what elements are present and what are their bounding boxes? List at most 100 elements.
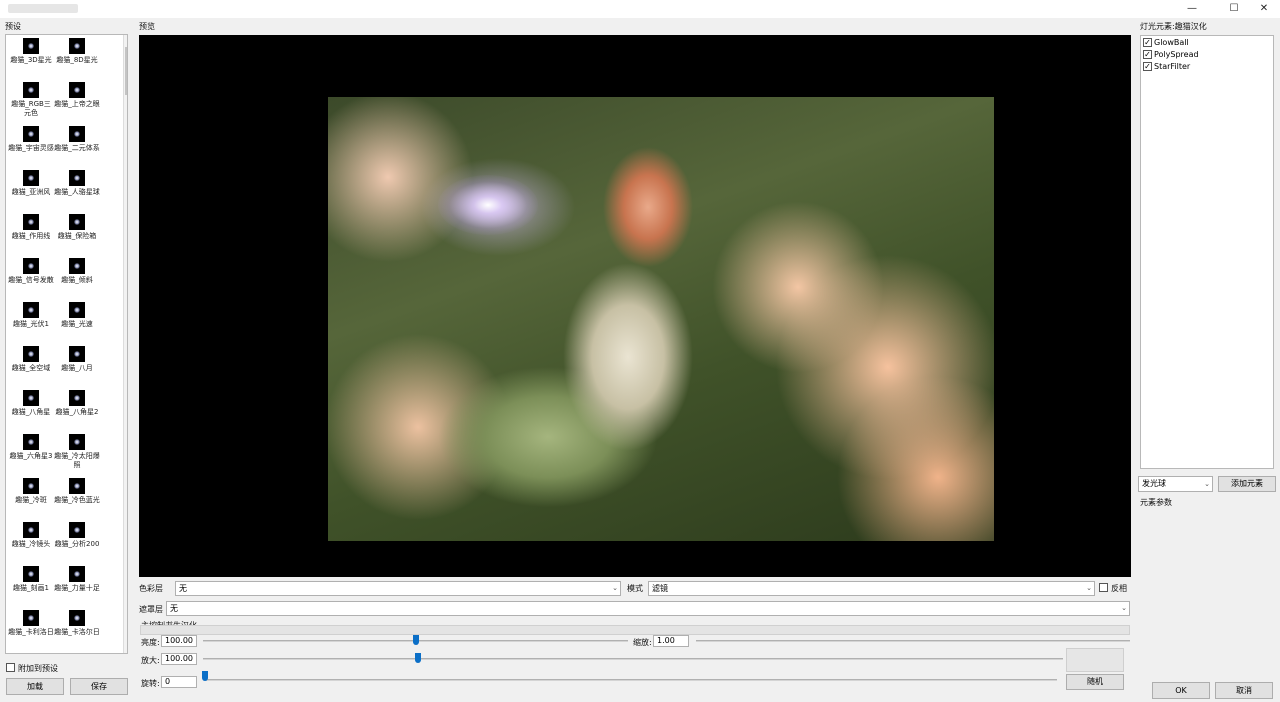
preset-item[interactable]: 趣猫_二元体系: [54, 126, 100, 153]
preset-thumbnail: [23, 522, 39, 538]
zoom-slider-knob[interactable]: [415, 653, 421, 663]
mask-layer-dropdown[interactable]: 无 ⌄: [166, 601, 1130, 616]
light-element-item[interactable]: ✓ GlowBall: [1143, 38, 1189, 47]
preset-item[interactable]: 趣猫_宇宙灵感: [8, 126, 54, 153]
preset-item[interactable]: 趣猫_8D星光: [54, 38, 100, 65]
rotate-slider-track[interactable]: [205, 679, 1057, 681]
preset-thumbnail: [69, 610, 85, 626]
preset-label: 趣猫_信号发散: [8, 276, 54, 284]
preset-label: 趣猫_8D星光: [56, 56, 98, 64]
preset-scrollbar[interactable]: [123, 35, 127, 653]
zoom-input[interactable]: 100.00: [161, 653, 197, 665]
light-element-list[interactable]: ✓ GlowBall ✓ PolySpread ✓ StarFilter: [1140, 35, 1274, 469]
preset-thumbnail: [69, 126, 85, 142]
save-button[interactable]: 保存: [70, 678, 128, 695]
mode-label: 模式: [627, 584, 643, 593]
preset-item[interactable]: 趣猫_信号发散: [8, 258, 54, 285]
preset-label: 趣猫_冷太阳爆照: [54, 452, 100, 469]
preset-label: 趣猫_八角星2: [55, 408, 99, 416]
preset-thumbnail: [69, 390, 85, 406]
preview-photo[interactable]: [328, 97, 994, 541]
element-name: GlowBall: [1154, 38, 1189, 47]
preset-item[interactable]: 趣猫_六角星3: [8, 434, 54, 461]
preset-item[interactable]: 趣猫_刻画1: [8, 566, 54, 593]
element-params-label: 元素参数: [1140, 498, 1172, 507]
preset-thumbnail: [23, 478, 39, 494]
preset-label: 趣猫_冷色蓝光: [54, 496, 100, 504]
add-element-button[interactable]: 添加元素: [1218, 476, 1276, 492]
preset-item[interactable]: 趣猫_八角星2: [54, 390, 100, 417]
preset-item[interactable]: 趣猫_冷镜头: [8, 522, 54, 549]
invert-label: 反相: [1111, 584, 1127, 593]
close-button[interactable]: ✕: [1250, 2, 1278, 16]
random-button[interactable]: 随机: [1066, 674, 1124, 690]
append-preset-checkbox[interactable]: [6, 663, 15, 672]
brightness-slider-knob[interactable]: [412, 635, 419, 645]
element-checkbox[interactable]: ✓: [1143, 50, 1152, 59]
preset-item[interactable]: 趣猫_八角星: [8, 390, 54, 417]
preset-label: 趣猫_刻画1: [13, 584, 49, 592]
preset-thumbnail: [69, 522, 85, 538]
light-element-item[interactable]: ✓ StarFilter: [1143, 62, 1190, 71]
light-element-item[interactable]: ✓ PolySpread: [1143, 50, 1199, 59]
scale-slider-track[interactable]: [696, 640, 1130, 642]
preset-item[interactable]: 趣猫_3D星光: [8, 38, 54, 65]
zoom-slider-track[interactable]: [203, 658, 1063, 660]
load-button[interactable]: 加载: [6, 678, 64, 695]
rotate-input[interactable]: 0: [161, 676, 197, 688]
mask-layer-value: 无: [170, 604, 178, 613]
ok-button[interactable]: OK: [1152, 682, 1210, 699]
preset-item[interactable]: 趣猫_倾斜: [54, 258, 100, 285]
preset-thumbnail: [69, 478, 85, 494]
preset-item[interactable]: 趣猫_保险箱: [54, 214, 100, 241]
preset-item[interactable]: 趣猫_全空域: [8, 346, 54, 373]
element-checkbox[interactable]: ✓: [1143, 38, 1152, 47]
preset-item[interactable]: 趣猫_卡洛尔日: [54, 610, 100, 637]
preset-item[interactable]: 趣猫_RGB三元色: [8, 82, 54, 118]
preset-thumbnail: [69, 170, 85, 186]
invert-checkbox[interactable]: [1099, 583, 1108, 592]
rotate-label: 旋转:: [141, 679, 160, 688]
preset-item[interactable]: 趣猫_卡利洛日: [8, 610, 54, 637]
preset-item[interactable]: 趣猫_冷斑: [8, 478, 54, 505]
mode-dropdown[interactable]: 滤镜 ⌄: [648, 581, 1095, 596]
lens-flare[interactable]: [438, 175, 538, 235]
maximize-button[interactable]: ☐: [1220, 2, 1248, 16]
preset-thumbnail: [69, 258, 85, 274]
preset-item[interactable]: 趣猫_光伏1: [8, 302, 54, 329]
preset-item[interactable]: 趣猫_冷太阳爆照: [54, 434, 100, 470]
color-layer-dropdown[interactable]: 无 ⌄: [175, 581, 621, 596]
preset-item[interactable]: 趣猫_冷色蓝光: [54, 478, 100, 505]
preset-item[interactable]: 趣猫_八月: [54, 346, 100, 373]
preset-list[interactable]: 趣猫_3D星光 趣猫_8D星光 趣猫_RGB三元色 趣猫_上帝之眼 趣猫_宇宙灵感 趣猫_…: [5, 34, 128, 654]
preset-item[interactable]: 趣猫_亚洲风: [8, 170, 54, 197]
preset-label: 趣猫_亚洲风: [11, 188, 51, 196]
preset-label: 趣猫_保险箱: [57, 232, 97, 240]
preset-item[interactable]: 趣猫_作用线: [8, 214, 54, 241]
preset-item[interactable]: 趣猫_分析200: [54, 522, 100, 549]
preset-item[interactable]: 趣猫_光速: [54, 302, 100, 329]
scrollbar-thumb[interactable]: [125, 47, 127, 95]
preset-thumbnail: [69, 434, 85, 450]
preset-item[interactable]: 趣猫_上帝之眼: [54, 82, 100, 109]
scale-input[interactable]: 1.00: [653, 635, 689, 647]
cancel-button[interactable]: 取消: [1215, 682, 1273, 699]
element-type-dropdown[interactable]: 发光球 ⌄: [1138, 476, 1213, 492]
preset-thumbnail: [23, 126, 39, 142]
rotate-slider-knob[interactable]: [202, 671, 208, 681]
preset-label: 趣猫_八月: [61, 364, 93, 372]
preset-thumbnail: [23, 610, 39, 626]
element-params-panel: [1136, 508, 1276, 676]
preset-item[interactable]: 趣猫_力量十足: [54, 566, 100, 593]
element-checkbox[interactable]: ✓: [1143, 62, 1152, 71]
preset-thumbnail: [23, 346, 39, 362]
random-preview-box: [1066, 648, 1124, 672]
scale-label: 缩放:: [633, 638, 652, 647]
preset-item[interactable]: 趣猫_人骆星球: [54, 170, 100, 197]
preset-thumbnail: [69, 38, 85, 54]
preset-label: 趣猫_冷镜头: [11, 540, 51, 548]
mode-value: 滤镜: [652, 584, 668, 593]
preview-area[interactable]: [139, 35, 1131, 577]
brightness-input[interactable]: 100.00: [161, 635, 197, 647]
minimize-button[interactable]: —: [1178, 2, 1206, 16]
